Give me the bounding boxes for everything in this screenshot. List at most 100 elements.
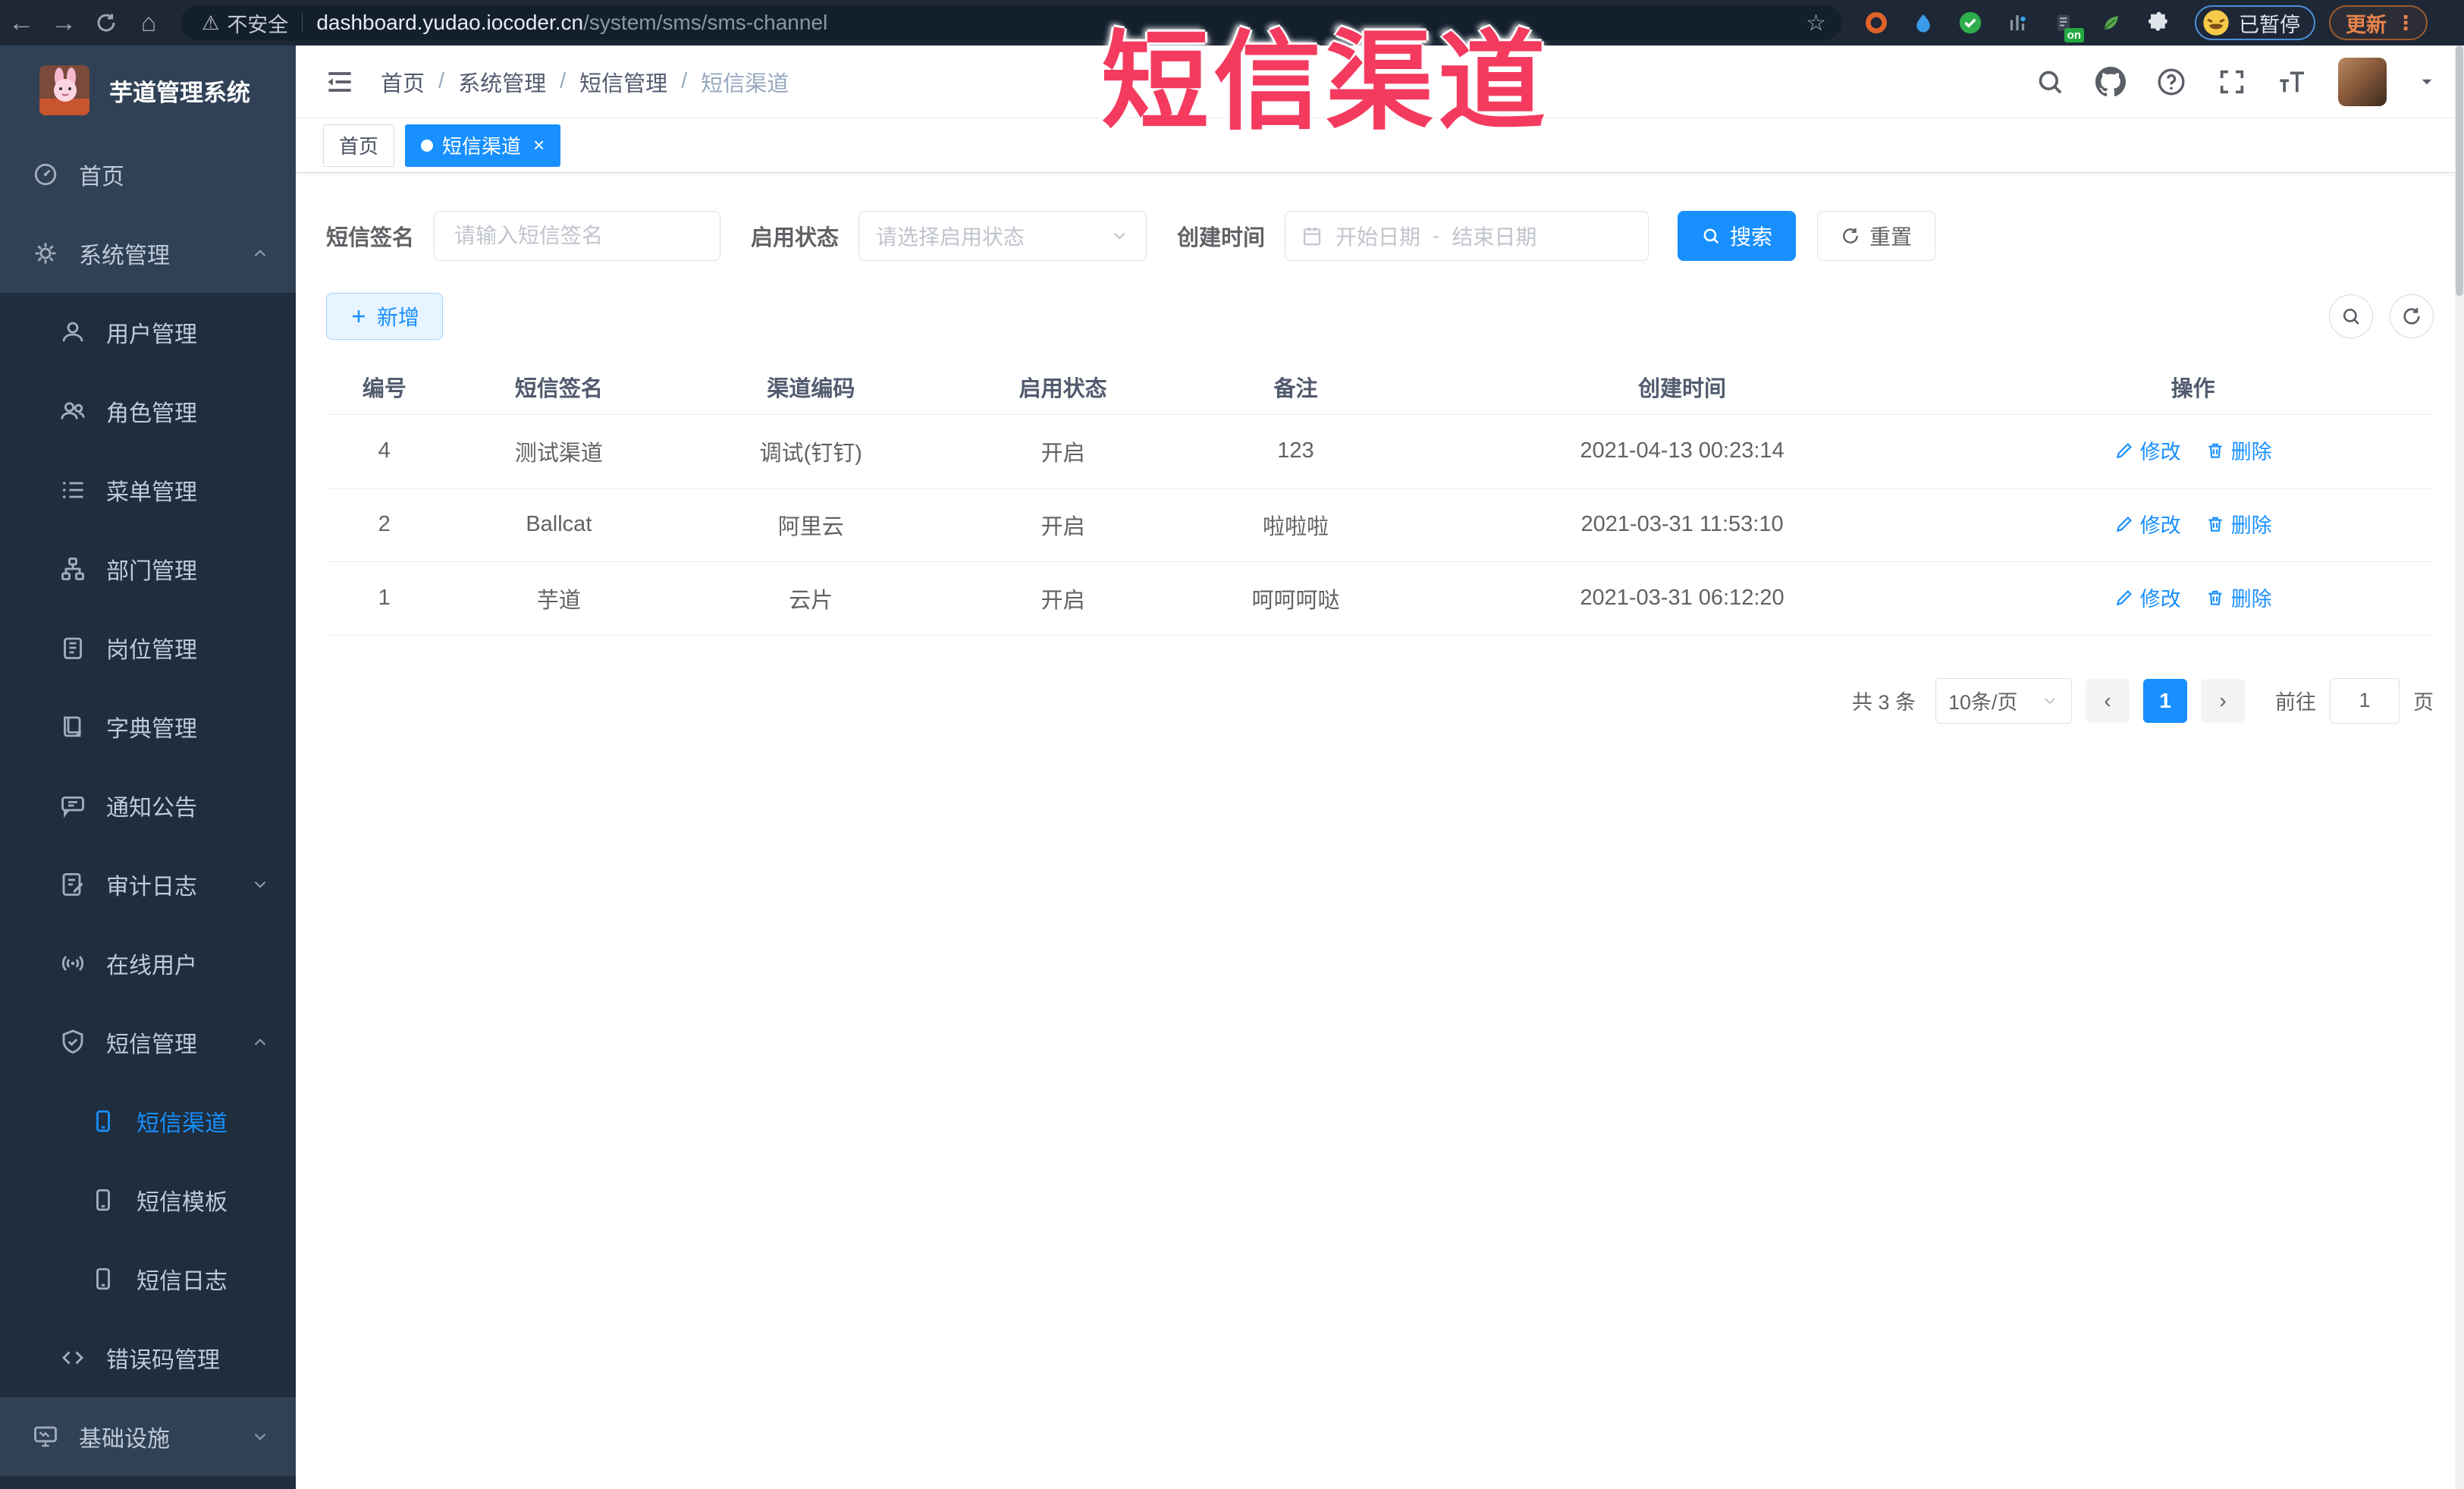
extension-green-check-icon[interactable] xyxy=(1957,9,1984,36)
bookmark-star-icon[interactable]: ☆ xyxy=(1806,10,1826,36)
help-icon[interactable] xyxy=(2156,67,2186,97)
delete-link[interactable]: 删除 xyxy=(2205,509,2272,539)
edit-link[interactable]: 修改 xyxy=(2114,509,2181,539)
sidebar-item-role-management[interactable]: 角色管理 xyxy=(0,372,296,451)
profile-paused-chip[interactable]: 已暂停 xyxy=(2195,5,2315,40)
sidebar-item-post-management[interactable]: 岗位管理 xyxy=(0,608,296,687)
sidebar-menu: 首页系统管理用户管理 角色管理 菜单管理 部门管理岗位管理字典管理通知公告审计日志在线… xyxy=(0,135,296,1476)
sidebar-item-label: 系统管理 xyxy=(79,243,170,269)
phone-icon xyxy=(89,1265,117,1293)
security-label: 不安全 xyxy=(227,13,289,36)
collapse-sidebar-icon[interactable] xyxy=(323,65,356,99)
extension-drop-icon[interactable] xyxy=(1910,9,1937,36)
gear-icon xyxy=(32,240,59,267)
sidebar-item-audit-log[interactable]: 审计日志 xyxy=(0,845,296,924)
breadcrumb-separator: / xyxy=(681,69,688,93)
goto-label: 前往 xyxy=(2275,691,2316,714)
prev-page-button[interactable]: ‹ xyxy=(2086,678,2130,723)
chevron-down-icon xyxy=(250,1427,270,1447)
status-select[interactable]: 请选择启用状态 xyxy=(858,211,1147,261)
tab-home[interactable]: 首页 xyxy=(323,124,395,167)
forward-icon[interactable]: → xyxy=(42,5,85,41)
page-size-select[interactable]: 10条/页 xyxy=(1935,677,2072,724)
url-host: dashboard.yudao.iocoder.cn xyxy=(316,11,584,34)
page-size-value: 10条/页 xyxy=(1948,691,2018,714)
tab-sms-channel[interactable]: 短信渠道 × xyxy=(405,124,561,167)
page-1-button[interactable]: 1 xyxy=(2143,678,2187,723)
sidebar-item-error-code-management[interactable]: 错误码管理 xyxy=(0,1318,296,1397)
extensions-puzzle-icon[interactable] xyxy=(2145,9,2172,36)
paused-badge-label: 已暂停 xyxy=(2239,13,2300,36)
close-tab-icon[interactable]: × xyxy=(533,134,545,157)
chevron-down-icon[interactable] xyxy=(2417,72,2437,92)
add-button-label: 新增 xyxy=(377,306,420,329)
sidebar-item-dict-management[interactable]: 字典管理 xyxy=(0,687,296,766)
sidebar-item-online-users[interactable]: 在线用户 xyxy=(0,924,296,1003)
next-page-button[interactable]: › xyxy=(2201,678,2245,723)
menu-list-icon xyxy=(59,476,86,504)
sidebar-item-label: 字典管理 xyxy=(106,717,197,742)
reload-icon[interactable] xyxy=(85,5,127,41)
extension-on-badge-icon[interactable]: on xyxy=(2051,9,2084,42)
column-header: 操作 xyxy=(1952,360,2434,415)
table-cell: 4 xyxy=(326,414,443,488)
sidebar-item-dept-management[interactable]: 部门管理 xyxy=(0,529,296,608)
sidebar-item-label: 岗位管理 xyxy=(106,638,197,663)
goto-page-input[interactable] xyxy=(2330,677,2400,724)
org-tree-icon xyxy=(59,555,86,583)
data-table: 编号 短信签名 渠道编码 启用状态 备注 创建时间 操作 4 测试渠道 调试(钉钉) 开启 123 2… xyxy=(326,360,2434,636)
fullscreen-icon[interactable] xyxy=(2217,67,2247,97)
search-icon[interactable] xyxy=(2035,67,2065,97)
breadcrumb-item: 短信渠道 xyxy=(701,71,789,96)
sidebar-item-notice-announcement[interactable]: 通知公告 xyxy=(0,766,296,845)
sidebar-item-home[interactable]: 首页 xyxy=(0,135,296,214)
refresh-table-icon[interactable] xyxy=(2390,294,2434,338)
update-button[interactable]: 更新 ⋮ xyxy=(2329,5,2428,40)
status-label: 启用状态 xyxy=(751,226,840,250)
extension-bars-icon[interactable] xyxy=(2004,9,2031,36)
browser-menu-icon[interactable]: ⋮ xyxy=(2396,13,2415,33)
date-end-placeholder: 结束日期 xyxy=(1452,225,1537,249)
edit-link[interactable]: 修改 xyxy=(2114,583,2181,612)
sidebar-item-sms-management[interactable]: 短信管理 xyxy=(0,1003,296,1082)
home-icon[interactable]: ⌂ xyxy=(127,5,170,41)
back-icon[interactable]: ← xyxy=(0,5,42,41)
table-cell: 呵呵呵哒 xyxy=(1179,561,1412,636)
address-bar[interactable]: ⚠ 不安全 dashboard.yudao.iocoder.cn /system… xyxy=(180,5,1841,40)
sidebar-item-sms-log[interactable]: 短信日志 xyxy=(0,1239,296,1318)
reset-button[interactable]: 重置 xyxy=(1817,211,1936,261)
sidebar-item-sms-channel[interactable]: 短信渠道 xyxy=(0,1082,296,1161)
user-avatar[interactable] xyxy=(2338,57,2387,106)
breadcrumb-item[interactable]: 系统管理 xyxy=(458,66,546,98)
toggle-search-icon[interactable] xyxy=(2329,294,2373,338)
table-cell: 2021-03-31 11:53:10 xyxy=(1411,488,1953,562)
extension-leaf-icon[interactable] xyxy=(2098,9,2125,36)
delete-link[interactable]: 删除 xyxy=(2205,583,2272,612)
sidebar-item-infrastructure[interactable]: 基础设施 xyxy=(0,1397,296,1476)
sidebar-item-user-management[interactable]: 用户管理 xyxy=(0,293,296,372)
sidebar-item-label: 审计日志 xyxy=(106,875,197,900)
column-header: 短信签名 xyxy=(442,360,676,415)
delete-link[interactable]: 删除 xyxy=(2205,435,2272,465)
search-button[interactable]: 搜索 xyxy=(1678,211,1797,261)
sidebar-item-system-management[interactable]: 系统管理 xyxy=(0,214,296,293)
delete-link-label: 删除 xyxy=(2230,514,2272,538)
sidebar-item-menu-management[interactable]: 菜单管理 xyxy=(0,451,296,529)
table-cell-actions: 修改 删除 xyxy=(1952,488,2434,562)
sidebar-item-sms-template[interactable]: 短信模板 xyxy=(0,1161,296,1239)
scrollbar-thumb[interactable] xyxy=(2456,46,2463,296)
add-button[interactable]: 新增 xyxy=(326,293,444,340)
breadcrumb-item[interactable]: 短信管理 xyxy=(579,66,667,98)
page-scrollbar[interactable] xyxy=(2455,46,2464,1489)
refresh-icon xyxy=(1843,228,1858,243)
extension-orange-icon[interactable] xyxy=(1863,9,1890,36)
announcement-icon xyxy=(59,792,86,819)
date-range-picker[interactable]: 开始日期 - 结束日期 xyxy=(1285,211,1649,261)
github-icon[interactable] xyxy=(2095,66,2126,97)
edit-link[interactable]: 修改 xyxy=(2114,435,2181,465)
font-size-icon[interactable] xyxy=(2277,67,2308,97)
update-label: 更新 xyxy=(2346,13,2387,36)
emoji-avatar-icon xyxy=(2203,10,2229,36)
signature-input[interactable] xyxy=(434,211,721,261)
breadcrumb-item[interactable]: 首页 xyxy=(381,66,425,98)
